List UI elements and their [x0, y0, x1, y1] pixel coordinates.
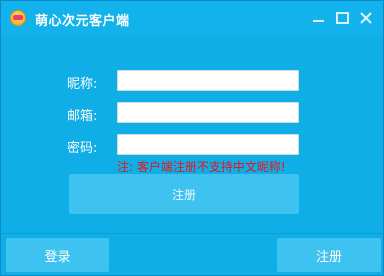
- maximize-icon: [335, 12, 349, 24]
- app-window: 萌心次元客户端 昵称: 邮箱: 密码: 注: 客户端注册不支持中文昵称! 注册 …: [0, 0, 384, 276]
- footer-divider: [1, 233, 383, 234]
- email-input[interactable]: [117, 102, 299, 123]
- register-button[interactable]: 注册: [69, 174, 299, 214]
- password-label: 密码:: [67, 141, 98, 156]
- minimize-button[interactable]: [309, 9, 327, 27]
- nickname-label: 昵称:: [67, 77, 98, 92]
- password-input[interactable]: [117, 134, 299, 155]
- email-label: 邮箱:: [67, 109, 98, 124]
- minimize-icon: [312, 19, 324, 22]
- maximize-button[interactable]: [333, 9, 351, 27]
- close-button[interactable]: [357, 9, 375, 27]
- nickname-warning: 注: 客户端注册不支持中文昵称!: [117, 160, 286, 174]
- close-icon: [360, 12, 372, 24]
- app-logo-icon: [10, 10, 26, 26]
- title-bar[interactable]: 萌心次元客户端: [1, 1, 383, 35]
- footer-register-button[interactable]: 注册: [277, 238, 381, 272]
- nickname-input[interactable]: [117, 70, 299, 91]
- login-button[interactable]: 登录: [6, 238, 109, 272]
- window-title: 萌心次元客户端: [35, 14, 130, 29]
